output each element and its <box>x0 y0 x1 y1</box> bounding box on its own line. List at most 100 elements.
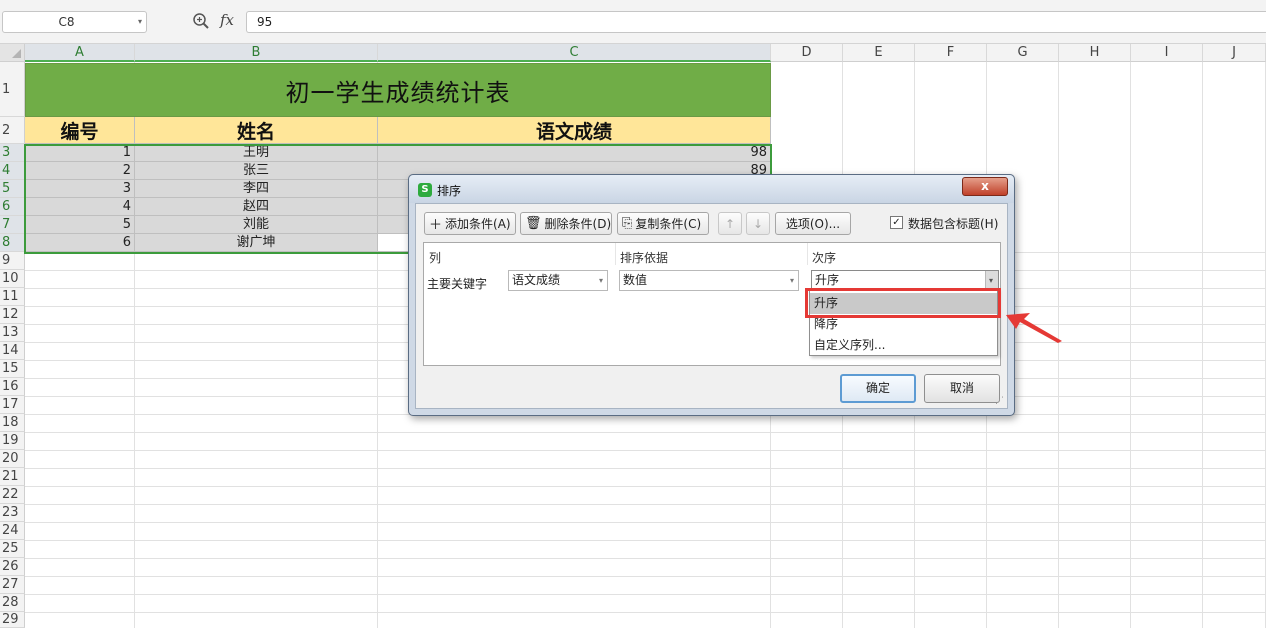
column-header-d[interactable]: D <box>771 44 843 62</box>
ok-button[interactable]: 确定 <box>840 374 916 403</box>
column-header-a[interactable]: A <box>25 44 135 62</box>
cell-name[interactable]: 谢广坤 <box>135 234 378 252</box>
row-header-8[interactable]: 8 <box>0 234 25 252</box>
dialog-titlebar[interactable]: S 排序 x <box>409 175 1014 203</box>
row-header-10[interactable]: 10 <box>0 270 25 288</box>
header-divider <box>807 243 808 265</box>
close-button[interactable]: x <box>962 177 1008 196</box>
sort-order-value: 升序 <box>815 273 840 287</box>
row-header-25[interactable]: 25 <box>0 540 25 558</box>
row-header-14[interactable]: 14 <box>0 342 25 360</box>
cell-name[interactable]: 王明 <box>135 144 378 162</box>
row-header-3[interactable]: 3 <box>0 144 25 162</box>
column-header-j[interactable]: J <box>1203 44 1266 62</box>
row-header-21[interactable]: 21 <box>0 468 25 486</box>
row-header-26[interactable]: 26 <box>0 558 25 576</box>
order-option-ascending[interactable]: 升序 <box>810 293 997 314</box>
order-option-custom[interactable]: 自定义序列... <box>810 335 997 356</box>
row-header-1[interactable]: 1 <box>0 62 25 117</box>
column-header-i[interactable]: I <box>1131 44 1203 62</box>
column-header-e[interactable]: E <box>843 44 915 62</box>
row-header-13[interactable]: 13 <box>0 324 25 342</box>
gridline <box>25 540 1266 541</box>
row-header-29[interactable]: 29 <box>0 612 25 628</box>
has-header-checkbox[interactable]: ✓ <box>890 216 903 229</box>
row-header-18[interactable]: 18 <box>0 414 25 432</box>
fx-icon[interactable]: fx <box>220 11 234 29</box>
column-header-g[interactable]: G <box>987 44 1059 62</box>
pointer-arrow-icon <box>1006 313 1062 343</box>
row-header-28[interactable]: 28 <box>0 594 25 612</box>
cell-id[interactable]: 5 <box>25 216 135 234</box>
chevron-down-icon[interactable]: ▾ <box>138 17 142 26</box>
order-option-descending[interactable]: 降序 <box>810 314 997 335</box>
header-cell-chinese-score[interactable]: 语文成绩 <box>378 117 771 144</box>
add-condition-button[interactable]: ＋ 添加条件(A) <box>424 212 516 235</box>
zoom-icon[interactable] <box>192 12 210 30</box>
row-header-23[interactable]: 23 <box>0 504 25 522</box>
trash-icon: 🗑 <box>525 216 542 231</box>
row-header-2[interactable]: 2 <box>0 117 25 144</box>
row-header-27[interactable]: 27 <box>0 576 25 594</box>
options-button[interactable]: 选项(O)... <box>775 212 851 235</box>
row-header-17[interactable]: 17 <box>0 396 25 414</box>
cell-name[interactable]: 赵四 <box>135 198 378 216</box>
resize-grip-icon[interactable]: ⋰ <box>995 396 1004 406</box>
sort-column-value: 语文成绩 <box>512 273 561 287</box>
gridline <box>25 558 1266 559</box>
row-header-7[interactable]: 7 <box>0 216 25 234</box>
copy-condition-button[interactable]: ⎘ 复制条件(C) <box>617 212 709 235</box>
row-header-4[interactable]: 4 <box>0 162 25 180</box>
column-header-h[interactable]: H <box>1059 44 1131 62</box>
row-header-19[interactable]: 19 <box>0 432 25 450</box>
cell-chinese-score[interactable]: 98 <box>378 144 771 162</box>
primary-key-label: 主要关键字 <box>427 277 488 291</box>
copy-condition-label: 复制条件(C) <box>635 217 702 231</box>
column-header-c[interactable]: C <box>378 44 771 62</box>
arrow-up-icon: ↑ <box>724 216 736 231</box>
cancel-button[interactable]: 取消 <box>924 374 1000 403</box>
gridline <box>25 612 1266 613</box>
gridline <box>1130 62 1131 628</box>
gridline <box>25 486 1266 487</box>
row-header-6[interactable]: 6 <box>0 198 25 216</box>
column-header-f[interactable]: F <box>915 44 987 62</box>
row-header-24[interactable]: 24 <box>0 522 25 540</box>
row-header-11[interactable]: 11 <box>0 288 25 306</box>
copy-icon: ⎘ <box>622 216 633 231</box>
formula-value: 95 <box>257 15 273 29</box>
row-header-12[interactable]: 12 <box>0 306 25 324</box>
row-header-20[interactable]: 20 <box>0 450 25 468</box>
delete-condition-button[interactable]: 🗑 删除条件(D) <box>520 212 612 235</box>
chevron-down-icon: ▾ <box>989 276 994 285</box>
cell-id[interactable]: 4 <box>25 198 135 216</box>
column-header-b[interactable]: B <box>135 44 378 62</box>
header-cell-name[interactable]: 姓名 <box>135 117 378 144</box>
row-header-16[interactable]: 16 <box>0 378 25 396</box>
move-up-button[interactable]: ↑ <box>718 212 742 235</box>
gridline <box>25 468 1266 469</box>
row-header-22[interactable]: 22 <box>0 486 25 504</box>
dropdown-toggle[interactable]: ▾ <box>985 271 998 290</box>
select-all-corner[interactable] <box>0 44 25 62</box>
move-down-button[interactable]: ↓ <box>746 212 770 235</box>
cell-name[interactable]: 李四 <box>135 180 378 198</box>
sheet-title-cell[interactable]: 初一学生成绩统计表 <box>25 63 771 117</box>
sort-order-select[interactable]: 升序 ▾ <box>811 270 999 291</box>
cell-name[interactable]: 刘能 <box>135 216 378 234</box>
header-cell-id[interactable]: 编号 <box>25 117 135 144</box>
column-header-col: 列 <box>429 251 442 265</box>
cell-name[interactable]: 张三 <box>135 162 378 180</box>
row-header-5[interactable]: 5 <box>0 180 25 198</box>
row-header-15[interactable]: 15 <box>0 360 25 378</box>
delete-condition-label: 删除条件(D) <box>544 217 612 231</box>
row-header-9[interactable]: 9 <box>0 252 25 270</box>
cell-id[interactable]: 3 <box>25 180 135 198</box>
sort-column-select[interactable]: 语文成绩 ▾ <box>508 270 608 291</box>
sort-basis-select[interactable]: 数值 ▾ <box>619 270 799 291</box>
name-box[interactable]: C8 ▾ <box>2 11 147 33</box>
cell-id[interactable]: 1 <box>25 144 135 162</box>
cell-id[interactable]: 2 <box>25 162 135 180</box>
formula-input[interactable]: 95 <box>246 11 1266 33</box>
cell-id[interactable]: 6 <box>25 234 135 252</box>
